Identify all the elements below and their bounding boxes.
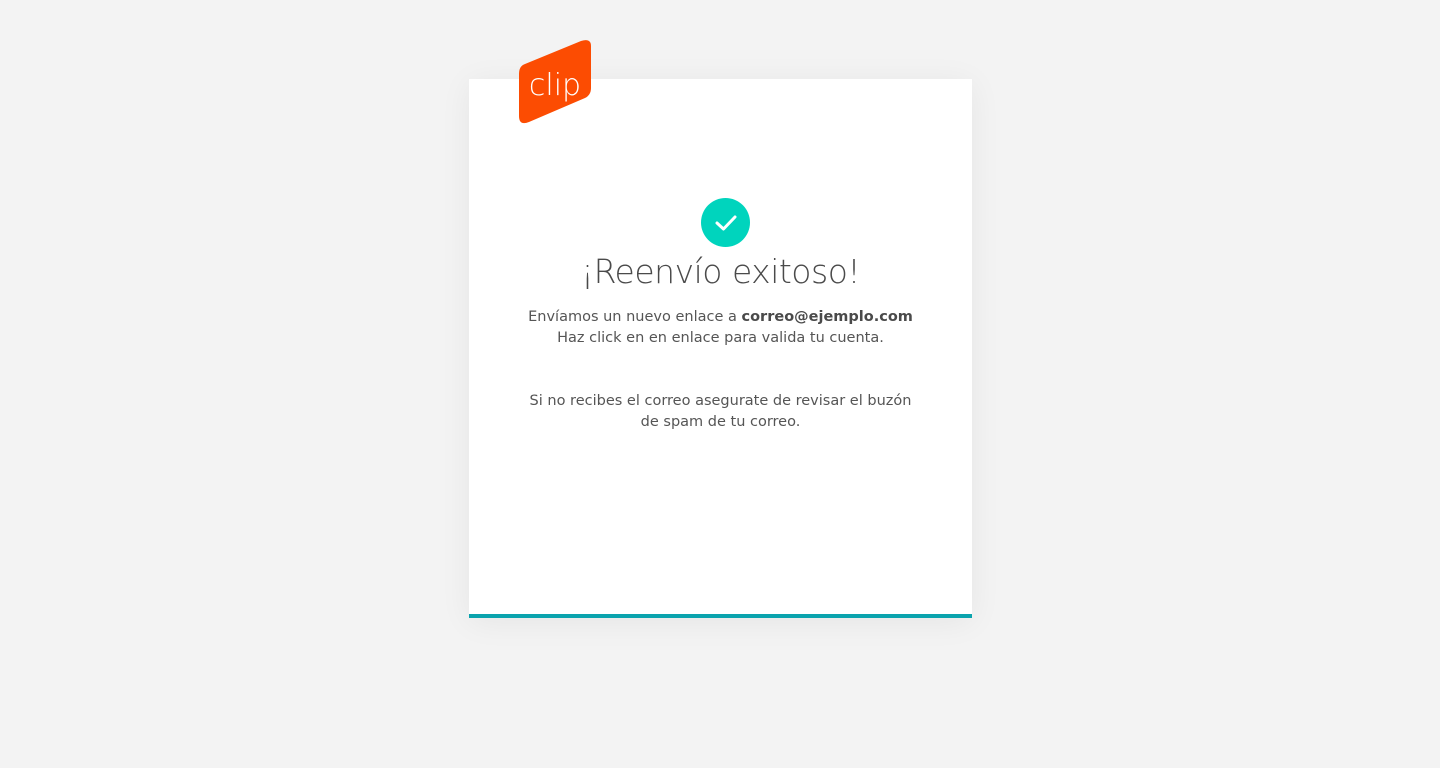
svg-text:clip: clip (529, 68, 581, 103)
message-line2: Haz click en en enlace para valida tu cu… (557, 330, 884, 346)
email-address: correo@ejemplo.com (741, 309, 913, 325)
spam-note-line1: Si no recibes el correo asegurate de rev… (529, 393, 912, 409)
spam-note: Si no recibes el correo asegurate de rev… (469, 391, 972, 433)
message-line1: Envíamos un nuevo enlace a (528, 309, 742, 325)
clip-logo: clip (511, 38, 597, 124)
resend-message: Envíamos un nuevo enlace a correo@ejempl… (469, 307, 972, 349)
success-check-icon (701, 198, 750, 247)
spam-note-line2: de spam de tu correo. (640, 414, 801, 430)
page-title: ¡Reenvío exitoso! (580, 252, 861, 291)
